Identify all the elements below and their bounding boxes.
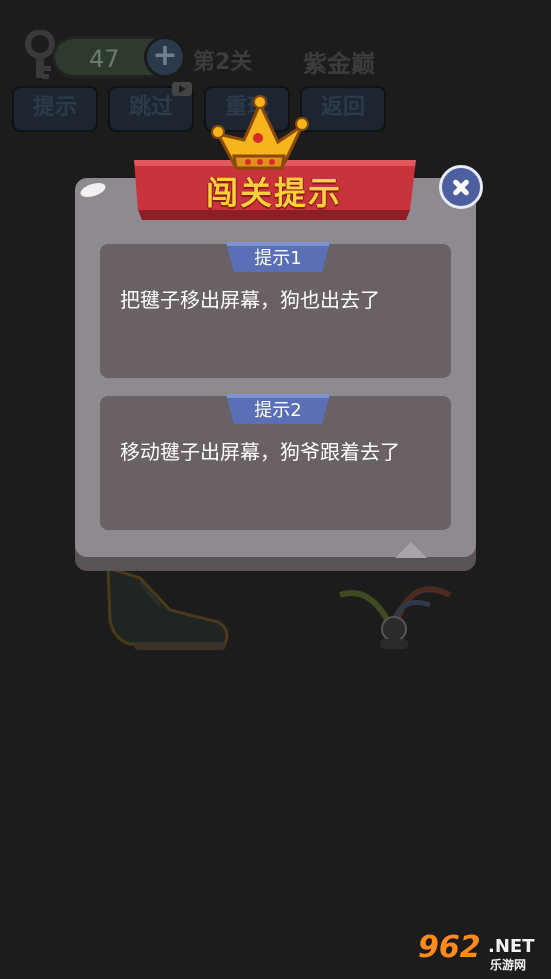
watermark-sub: 乐游网 (490, 958, 527, 972)
plant-icon (339, 586, 452, 649)
rank-label: 紫金巅 (303, 50, 375, 78)
watermark-logo: 962 (418, 930, 481, 965)
hint-tag-label-2: 提示2 (254, 400, 302, 421)
add-keys-button[interactable]: + (144, 36, 186, 78)
watermark-net: .NET (488, 936, 535, 957)
level-label: 第2关 (193, 50, 253, 75)
close-button[interactable] (439, 165, 483, 209)
hint-tag-label-1: 提示1 (254, 248, 302, 269)
key-count: 47 (89, 45, 120, 73)
back-button[interactable]: 返回 (300, 86, 386, 132)
panel-shine (78, 180, 108, 200)
crown-icon (211, 95, 309, 170)
shoe-icon (106, 565, 229, 650)
panel-notch (395, 542, 427, 558)
hint-card-2: 提示2 移动毽子出屏幕，狗爷跟着去了 (100, 394, 451, 530)
hint-text-1: 把毽子移出屏幕，狗也出去了 (120, 288, 380, 312)
hint-card-1: 提示1 把毽子移出屏幕，狗也出去了 (100, 242, 451, 378)
video-icon (172, 82, 192, 96)
site-watermark: 962 .NET 乐游网 (410, 928, 546, 972)
hint-button[interactable]: 提示 (12, 86, 98, 132)
hint-text-2: 移动毽子出屏幕，狗爷跟着去了 (120, 440, 400, 464)
